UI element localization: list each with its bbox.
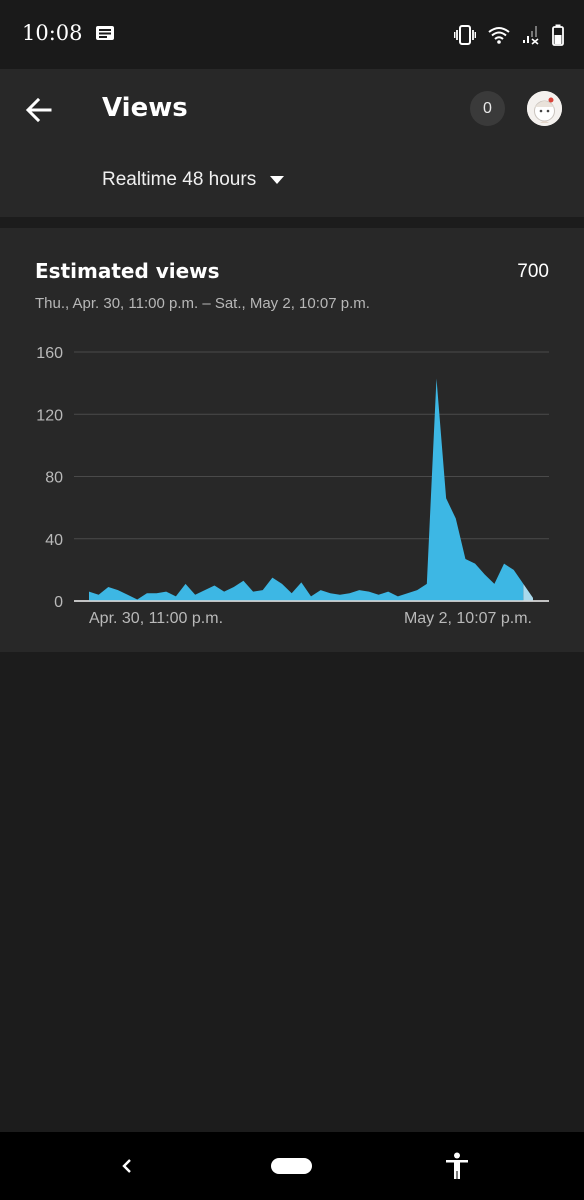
views-total: 700 — [517, 261, 549, 282]
range-dropdown[interactable]: Realtime 48 hours — [102, 169, 285, 191]
nav-home-pill[interactable] — [271, 1158, 312, 1174]
area-series — [89, 378, 524, 601]
y-tick-label: 40 — [45, 532, 63, 549]
notification-count-button[interactable]: 0 — [470, 91, 505, 126]
area-partial — [523, 583, 533, 601]
x-tick-label-end: May 2, 10:07 p.m. — [404, 610, 532, 627]
vibrate-icon — [454, 25, 476, 45]
page-title: Views — [102, 93, 188, 123]
status-bar: 10:08 — [0, 0, 584, 69]
nav-back-icon[interactable] — [116, 1154, 138, 1178]
estimated-views-card: Estimated views 700 Thu., Apr. 30, 11:00… — [0, 228, 584, 652]
y-tick-label: 160 — [36, 345, 63, 362]
back-arrow-icon[interactable] — [22, 93, 56, 127]
notification-count: 0 — [483, 99, 492, 117]
y-tick-label: 120 — [36, 407, 63, 424]
dropdown-arrow-icon — [270, 176, 285, 184]
accessibility-icon[interactable] — [444, 1152, 470, 1180]
avatar-image — [527, 91, 562, 126]
y-tick-label: 80 — [45, 470, 63, 487]
y-tick-label: 0 — [54, 594, 63, 611]
message-icon — [96, 26, 114, 40]
status-icons — [454, 22, 564, 48]
signal-icon — [523, 26, 539, 45]
wifi-icon — [488, 27, 510, 44]
status-time: 10:08 — [22, 21, 83, 45]
section-divider — [0, 217, 584, 228]
x-tick-label-start: Apr. 30, 11:00 p.m. — [89, 610, 223, 627]
battery-icon — [552, 24, 564, 46]
avatar[interactable] — [527, 91, 562, 126]
navigation-bar — [0, 1132, 584, 1200]
card-title: Estimated views — [35, 259, 220, 283]
app-bar: Views 0 Realtime 48 hours — [0, 69, 584, 217]
views-chart: 0 40 80 120 160 Apr. 30, 11:00 p.m. May 2, 10:… — [36, 345, 549, 627]
date-range: Thu., Apr. 30, 11:00 p.m. – Sat., May 2,… — [35, 295, 370, 312]
range-label: Realtime 48 hours — [102, 169, 257, 190]
